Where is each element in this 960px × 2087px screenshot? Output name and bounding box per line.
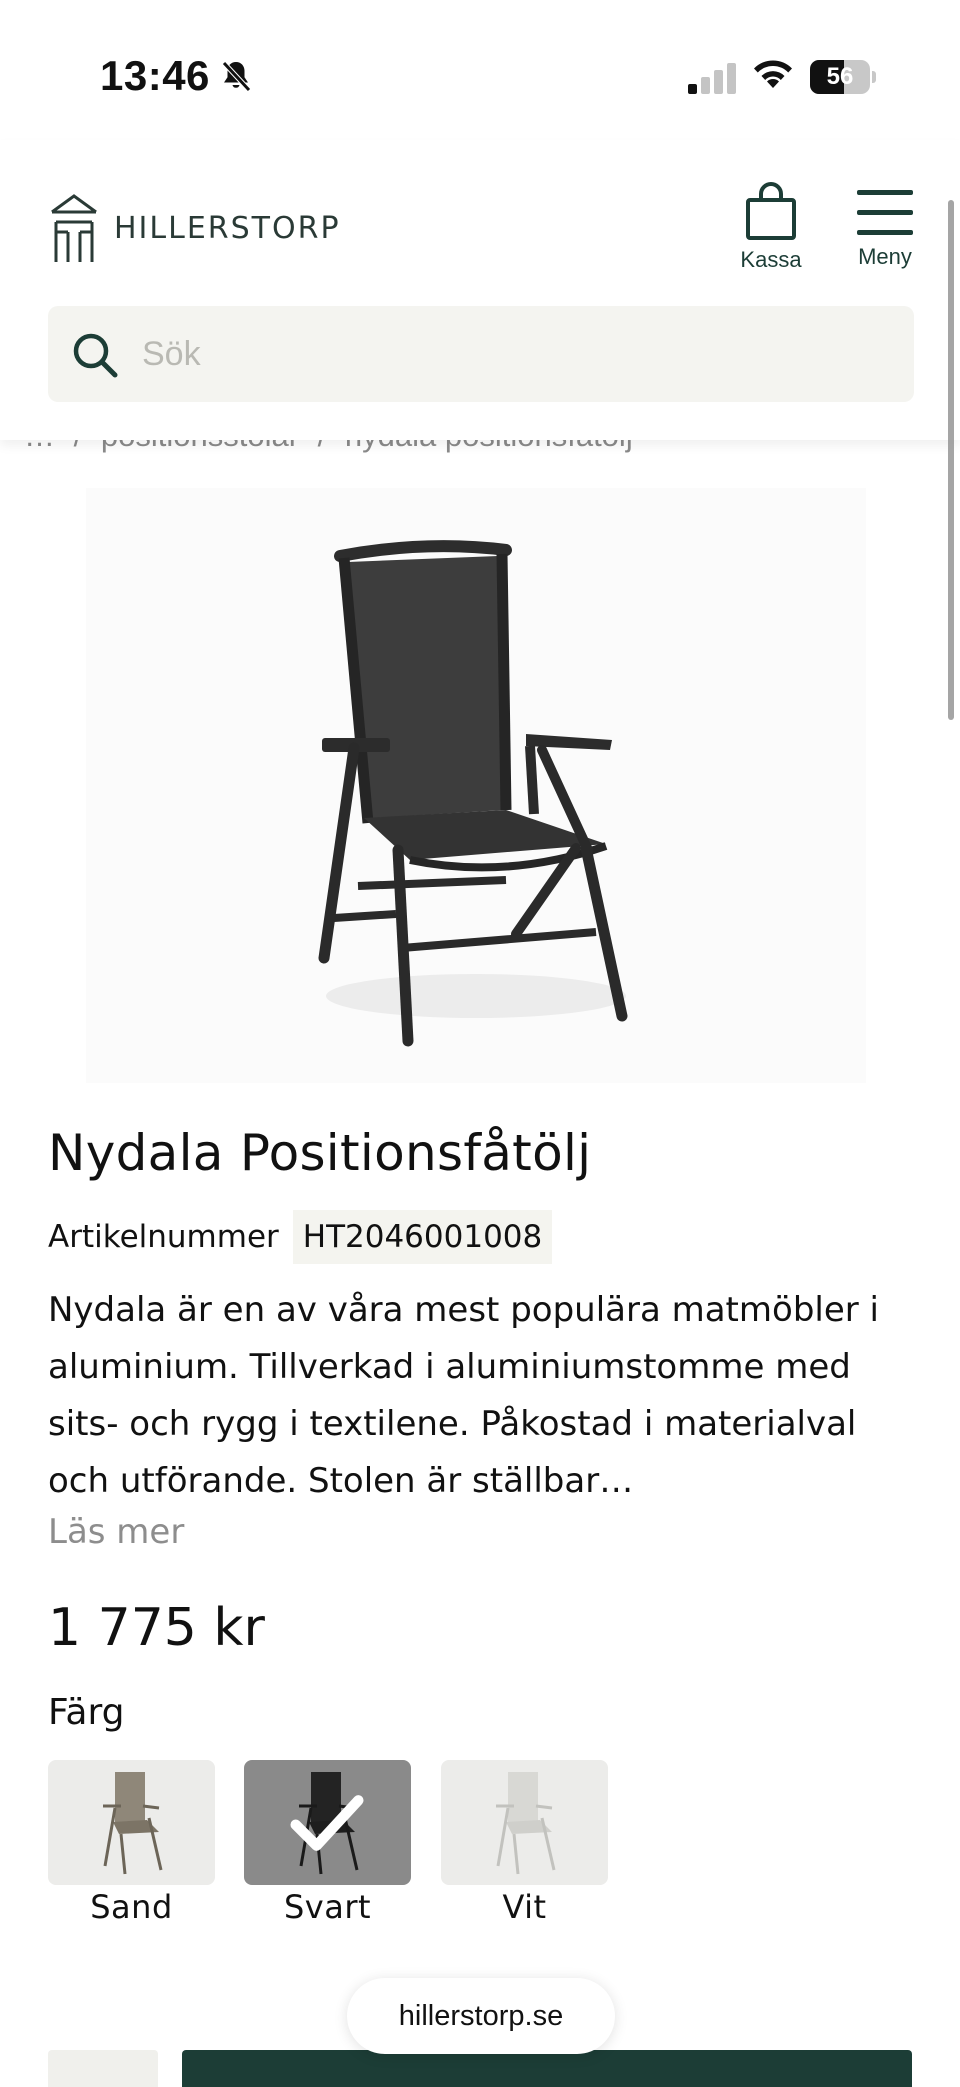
wifi-icon bbox=[754, 60, 792, 88]
color-label: Färg bbox=[48, 1692, 125, 1733]
cart-button[interactable]: Kassa bbox=[735, 182, 807, 272]
color-swatch-svart[interactable]: Svart bbox=[244, 1760, 411, 1930]
color-swatch-vit[interactable]: Vit bbox=[441, 1760, 608, 1930]
swatch-thumbnail bbox=[244, 1760, 411, 1885]
logo-text: HILLERSTORP bbox=[114, 210, 341, 246]
sku-value: HT2046001008 bbox=[292, 1210, 553, 1264]
hillerstorp-logo-icon bbox=[51, 194, 97, 262]
product-title: Nydala Positionsfåtölj bbox=[48, 1124, 592, 1182]
read-more-link[interactable]: Läs mer bbox=[48, 1512, 184, 1552]
battery-body: 56 bbox=[810, 60, 870, 94]
swatch-label: Sand bbox=[90, 1888, 173, 1926]
search-icon bbox=[73, 333, 118, 378]
hamburger-icon bbox=[852, 190, 918, 235]
swatch-label: Vit bbox=[502, 1888, 547, 1926]
cart-label: Kassa bbox=[740, 247, 802, 272]
status-time: 13:46 bbox=[100, 52, 210, 99]
scrollbar[interactable] bbox=[948, 200, 954, 720]
search-bar[interactable] bbox=[48, 306, 914, 402]
sku-label: Artikelnummer bbox=[48, 1219, 279, 1255]
folding-chair-image bbox=[318, 540, 628, 1047]
site-header: HILLERSTORP Kassa Meny bbox=[0, 140, 960, 440]
swatch-thumbnail bbox=[441, 1760, 608, 1885]
color-swatches: Sand Svart Vit bbox=[48, 1760, 908, 1930]
checkmark-icon bbox=[290, 1795, 364, 1851]
shopping-bag-icon bbox=[746, 182, 796, 240]
product-image[interactable] bbox=[86, 488, 866, 1083]
color-swatch-sand[interactable]: Sand bbox=[48, 1760, 215, 1930]
menu-label: Meny bbox=[858, 244, 912, 269]
status-bar: 13:46 56 bbox=[0, 0, 960, 140]
battery-tip bbox=[872, 71, 876, 83]
swatch-thumbnail bbox=[48, 1760, 215, 1885]
battery-icon: 56 bbox=[810, 60, 876, 94]
search-input[interactable] bbox=[142, 306, 882, 402]
quantity-selector[interactable] bbox=[48, 2050, 158, 2087]
product-price: 1 775 kr bbox=[48, 1598, 265, 1658]
site-logo[interactable]: HILLERSTORP bbox=[48, 190, 348, 266]
description-text: Nydala är en av våra mest populära matmö… bbox=[48, 1290, 879, 1501]
battery-level: 56 bbox=[826, 63, 854, 90]
chair-thumbnail-icon bbox=[103, 1772, 163, 1875]
menu-button[interactable]: Meny bbox=[852, 190, 918, 280]
chair-thumbnail-icon bbox=[496, 1772, 556, 1875]
add-to-cart-button[interactable] bbox=[182, 2050, 912, 2087]
swatch-label: Svart bbox=[283, 1888, 372, 1926]
cellular-signal-icon bbox=[688, 63, 736, 94]
product-description: Nydala är en av våra mest populära matmö… bbox=[48, 1282, 918, 1510]
bell-slash-icon bbox=[222, 61, 251, 92]
sku-row: Artikelnummer HT2046001008 bbox=[48, 1210, 553, 1264]
browser-url-bar[interactable]: hillerstorp.se bbox=[347, 1978, 615, 2054]
